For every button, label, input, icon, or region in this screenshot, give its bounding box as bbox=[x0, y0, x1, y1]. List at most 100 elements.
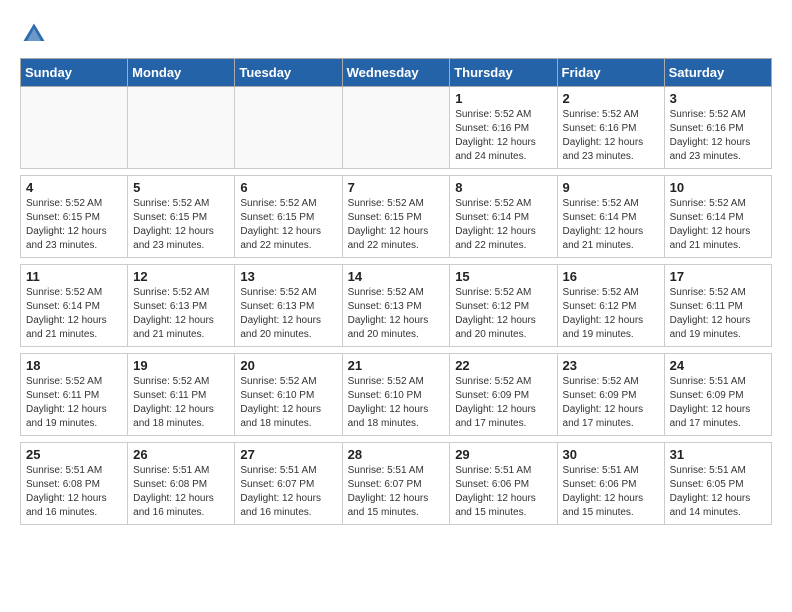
day-cell bbox=[235, 87, 342, 169]
day-info: Sunrise: 5:52 AM Sunset: 6:10 PM Dayligh… bbox=[240, 375, 336, 431]
day-info: Sunrise: 5:51 AM Sunset: 6:08 PM Dayligh… bbox=[133, 464, 229, 520]
day-cell: 23 Sunrise: 5:52 AM Sunset: 6:09 PM Dayli… bbox=[557, 354, 664, 436]
day-info: Sunrise: 5:52 AM Sunset: 6:15 PM Dayligh… bbox=[240, 197, 336, 253]
day-number: 14 bbox=[348, 269, 445, 284]
day-info: Sunrise: 5:51 AM Sunset: 6:07 PM Dayligh… bbox=[348, 464, 445, 520]
day-cell: 9 Sunrise: 5:52 AM Sunset: 6:14 PM Daylig… bbox=[557, 176, 664, 258]
day-info: Sunrise: 5:51 AM Sunset: 6:08 PM Dayligh… bbox=[26, 464, 122, 520]
day-cell: 8 Sunrise: 5:52 AM Sunset: 6:14 PM Daylig… bbox=[450, 176, 557, 258]
day-info: Sunrise: 5:52 AM Sunset: 6:14 PM Dayligh… bbox=[26, 286, 122, 342]
day-number: 11 bbox=[26, 269, 122, 284]
day-number: 15 bbox=[455, 269, 551, 284]
day-info: Sunrise: 5:52 AM Sunset: 6:09 PM Dayligh… bbox=[563, 375, 659, 431]
day-number: 7 bbox=[348, 180, 445, 195]
calendar-table: SundayMondayTuesdayWednesdayThursdayFrid… bbox=[20, 58, 772, 525]
day-number: 13 bbox=[240, 269, 336, 284]
day-number: 17 bbox=[670, 269, 766, 284]
day-cell: 13 Sunrise: 5:52 AM Sunset: 6:13 PM Dayli… bbox=[235, 265, 342, 347]
day-info: Sunrise: 5:52 AM Sunset: 6:13 PM Dayligh… bbox=[133, 286, 229, 342]
day-cell: 24Sunrise: 5:51 AM Sunset: 6:09 PM Dayli… bbox=[664, 354, 771, 436]
day-info: Sunrise: 5:52 AM Sunset: 6:11 PM Dayligh… bbox=[133, 375, 229, 431]
header-saturday: Saturday bbox=[664, 59, 771, 87]
day-info: Sunrise: 5:52 AM Sunset: 6:16 PM Dayligh… bbox=[455, 108, 551, 164]
day-cell: 27Sunrise: 5:51 AM Sunset: 6:07 PM Dayli… bbox=[235, 443, 342, 525]
week-row-3: 11 Sunrise: 5:52 AM Sunset: 6:14 PM Dayli… bbox=[21, 265, 772, 347]
day-number: 30 bbox=[563, 447, 659, 462]
day-cell: 12Sunrise: 5:52 AM Sunset: 6:13 PM Dayli… bbox=[128, 265, 235, 347]
calendar-header-row: SundayMondayTuesdayWednesdayThursdayFrid… bbox=[21, 59, 772, 87]
day-info: Sunrise: 5:52 AM Sunset: 6:13 PM Dayligh… bbox=[240, 286, 336, 342]
day-cell: 17 Sunrise: 5:52 AM Sunset: 6:11 PM Dayli… bbox=[664, 265, 771, 347]
day-number: 2 bbox=[563, 91, 659, 106]
day-number: 18 bbox=[26, 358, 122, 373]
day-number: 31 bbox=[670, 447, 766, 462]
spacer-row bbox=[21, 347, 772, 354]
day-cell: 4Sunrise: 5:52 AM Sunset: 6:15 PM Daylig… bbox=[21, 176, 128, 258]
day-cell bbox=[342, 87, 450, 169]
day-info: Sunrise: 5:52 AM Sunset: 6:12 PM Dayligh… bbox=[563, 286, 659, 342]
header-friday: Friday bbox=[557, 59, 664, 87]
day-number: 1 bbox=[455, 91, 551, 106]
day-cell: 21 Sunrise: 5:52 AM Sunset: 6:10 PM Dayli… bbox=[342, 354, 450, 436]
day-number: 29 bbox=[455, 447, 551, 462]
day-number: 27 bbox=[240, 447, 336, 462]
day-cell: 10 Sunrise: 5:52 AM Sunset: 6:14 PM Dayli… bbox=[664, 176, 771, 258]
day-number: 26 bbox=[133, 447, 229, 462]
day-info: Sunrise: 5:51 AM Sunset: 6:06 PM Dayligh… bbox=[455, 464, 551, 520]
day-number: 23 bbox=[563, 358, 659, 373]
day-info: Sunrise: 5:52 AM Sunset: 6:15 PM Dayligh… bbox=[133, 197, 229, 253]
day-info: Sunrise: 5:52 AM Sunset: 6:14 PM Dayligh… bbox=[563, 197, 659, 253]
header-sunday: Sunday bbox=[21, 59, 128, 87]
day-number: 21 bbox=[348, 358, 445, 373]
page-header bbox=[20, 20, 772, 48]
day-info: Sunrise: 5:52 AM Sunset: 6:16 PM Dayligh… bbox=[563, 108, 659, 164]
day-cell: 25 Sunrise: 5:51 AM Sunset: 6:08 PM Dayli… bbox=[21, 443, 128, 525]
day-cell: 18Sunrise: 5:52 AM Sunset: 6:11 PM Dayli… bbox=[21, 354, 128, 436]
day-number: 16 bbox=[563, 269, 659, 284]
day-info: Sunrise: 5:52 AM Sunset: 6:14 PM Dayligh… bbox=[455, 197, 551, 253]
day-cell: 15 Sunrise: 5:52 AM Sunset: 6:12 PM Dayli… bbox=[450, 265, 557, 347]
day-number: 22 bbox=[455, 358, 551, 373]
day-cell: 5 Sunrise: 5:52 AM Sunset: 6:15 PM Daylig… bbox=[128, 176, 235, 258]
spacer-row bbox=[21, 169, 772, 176]
header-wednesday: Wednesday bbox=[342, 59, 450, 87]
day-number: 5 bbox=[133, 180, 229, 195]
day-number: 28 bbox=[348, 447, 445, 462]
day-cell: 16 Sunrise: 5:52 AM Sunset: 6:12 PM Dayli… bbox=[557, 265, 664, 347]
spacer-row bbox=[21, 436, 772, 443]
day-cell: 26 Sunrise: 5:51 AM Sunset: 6:08 PM Dayli… bbox=[128, 443, 235, 525]
day-cell: 11 Sunrise: 5:52 AM Sunset: 6:14 PM Dayli… bbox=[21, 265, 128, 347]
day-cell: 7 Sunrise: 5:52 AM Sunset: 6:15 PM Daylig… bbox=[342, 176, 450, 258]
day-cell: 20 Sunrise: 5:52 AM Sunset: 6:10 PM Dayli… bbox=[235, 354, 342, 436]
day-cell: 6Sunrise: 5:52 AM Sunset: 6:15 PM Daylig… bbox=[235, 176, 342, 258]
day-info: Sunrise: 5:52 AM Sunset: 6:14 PM Dayligh… bbox=[670, 197, 766, 253]
day-number: 19 bbox=[133, 358, 229, 373]
week-row-4: 18 Sunrise: 5:52 AM Sunset: 6:11 PM Dayli… bbox=[21, 354, 772, 436]
day-cell: 19 Sunrise: 5:52 AM Sunset: 6:11 PM Dayli… bbox=[128, 354, 235, 436]
day-cell: 1 Sunrise: 5:52 AM Sunset: 6:16 PM Daylig… bbox=[450, 87, 557, 169]
week-row-2: 4 Sunrise: 5:52 AM Sunset: 6:15 PM Daylig… bbox=[21, 176, 772, 258]
day-info: Sunrise: 5:52 AM Sunset: 6:11 PM Dayligh… bbox=[670, 286, 766, 342]
day-number: 25 bbox=[26, 447, 122, 462]
day-info: Sunrise: 5:51 AM Sunset: 6:05 PM Dayligh… bbox=[670, 464, 766, 520]
day-cell: 2 Sunrise: 5:52 AM Sunset: 6:16 PM Daylig… bbox=[557, 87, 664, 169]
logo-icon bbox=[20, 20, 48, 48]
day-number: 8 bbox=[455, 180, 551, 195]
week-row-1: 1 Sunrise: 5:52 AM Sunset: 6:16 PM Daylig… bbox=[21, 87, 772, 169]
day-info: Sunrise: 5:52 AM Sunset: 6:12 PM Dayligh… bbox=[455, 286, 551, 342]
day-info: Sunrise: 5:51 AM Sunset: 6:09 PM Dayligh… bbox=[670, 375, 766, 431]
day-cell: 14Sunrise: 5:52 AM Sunset: 6:13 PM Dayli… bbox=[342, 265, 450, 347]
day-cell: 30Sunrise: 5:51 AM Sunset: 6:06 PM Dayli… bbox=[557, 443, 664, 525]
day-cell bbox=[128, 87, 235, 169]
day-number: 9 bbox=[563, 180, 659, 195]
week-row-5: 25 Sunrise: 5:51 AM Sunset: 6:08 PM Dayli… bbox=[21, 443, 772, 525]
day-number: 20 bbox=[240, 358, 336, 373]
day-cell: 31 Sunrise: 5:51 AM Sunset: 6:05 PM Dayli… bbox=[664, 443, 771, 525]
day-cell: 22Sunrise: 5:52 AM Sunset: 6:09 PM Dayli… bbox=[450, 354, 557, 436]
day-number: 10 bbox=[670, 180, 766, 195]
day-info: Sunrise: 5:52 AM Sunset: 6:15 PM Dayligh… bbox=[348, 197, 445, 253]
day-number: 4 bbox=[26, 180, 122, 195]
day-info: Sunrise: 5:52 AM Sunset: 6:10 PM Dayligh… bbox=[348, 375, 445, 431]
day-cell bbox=[21, 87, 128, 169]
day-cell: 3Sunrise: 5:52 AM Sunset: 6:16 PM Daylig… bbox=[664, 87, 771, 169]
